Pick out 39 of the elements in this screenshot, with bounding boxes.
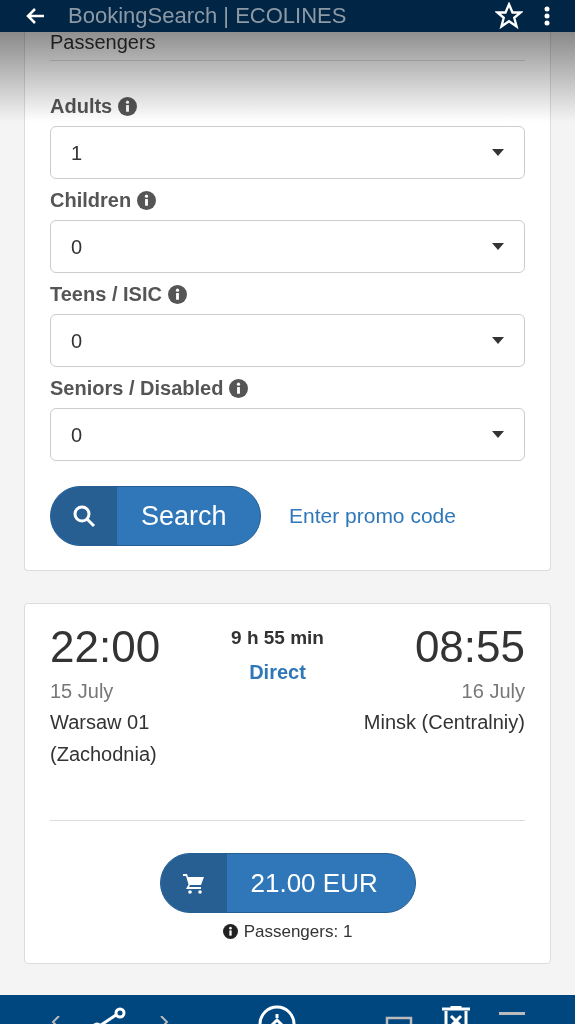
info-icon (118, 96, 138, 116)
info-icon (222, 924, 238, 940)
caret-icon (492, 431, 504, 438)
caret-icon (492, 243, 504, 250)
search-button[interactable]: Search (50, 486, 261, 546)
trip-type: Direct (249, 659, 306, 685)
arrival-station: Minsk (Centralniy) (363, 710, 525, 735)
info-icon (137, 190, 157, 210)
page-title: BookingSearch | ECOLINES (68, 5, 348, 27)
caret-icon (492, 337, 504, 344)
departure-time: 22:00 (50, 622, 162, 672)
section-heading: Passengers (50, 31, 156, 53)
promo-code-link[interactable]: Enter promo code (289, 500, 456, 532)
star-icon[interactable] (495, 2, 523, 30)
select-field[interactable]: 0 (50, 314, 525, 367)
forward-icon[interactable] (157, 1016, 170, 1024)
field-label: Seniors / Disabled (50, 376, 224, 401)
info-icon (229, 378, 249, 398)
select-field[interactable]: 1 (50, 126, 525, 179)
arrival-time: 08:55 (414, 622, 525, 672)
compass-icon[interactable] (257, 1004, 298, 1024)
select-field[interactable]: 0 (50, 220, 525, 273)
info-icon (167, 284, 187, 304)
departure-date: 15 July (50, 679, 115, 704)
more-icon[interactable] (543, 4, 551, 28)
menu-icon[interactable] (498, 1012, 525, 1018)
duration: 9 h 55 min (231, 626, 324, 650)
passengers-note: Passengers: 1 (243, 921, 353, 943)
arrival-date: 16 July (461, 679, 525, 704)
caret-icon (492, 149, 504, 156)
price-button[interactable]: 21.00 EUR (159, 853, 416, 913)
select-field[interactable]: 0 (50, 408, 525, 461)
field-label: Teens / ISIC (50, 282, 162, 307)
departure-station: Warsaw 01 (Zachodnia) (50, 710, 158, 767)
delete-icon[interactable] (441, 1006, 472, 1024)
search-icon (72, 504, 96, 528)
field-label: Children (50, 188, 132, 213)
field-label: Adults (50, 94, 113, 119)
cart-icon (181, 871, 206, 895)
